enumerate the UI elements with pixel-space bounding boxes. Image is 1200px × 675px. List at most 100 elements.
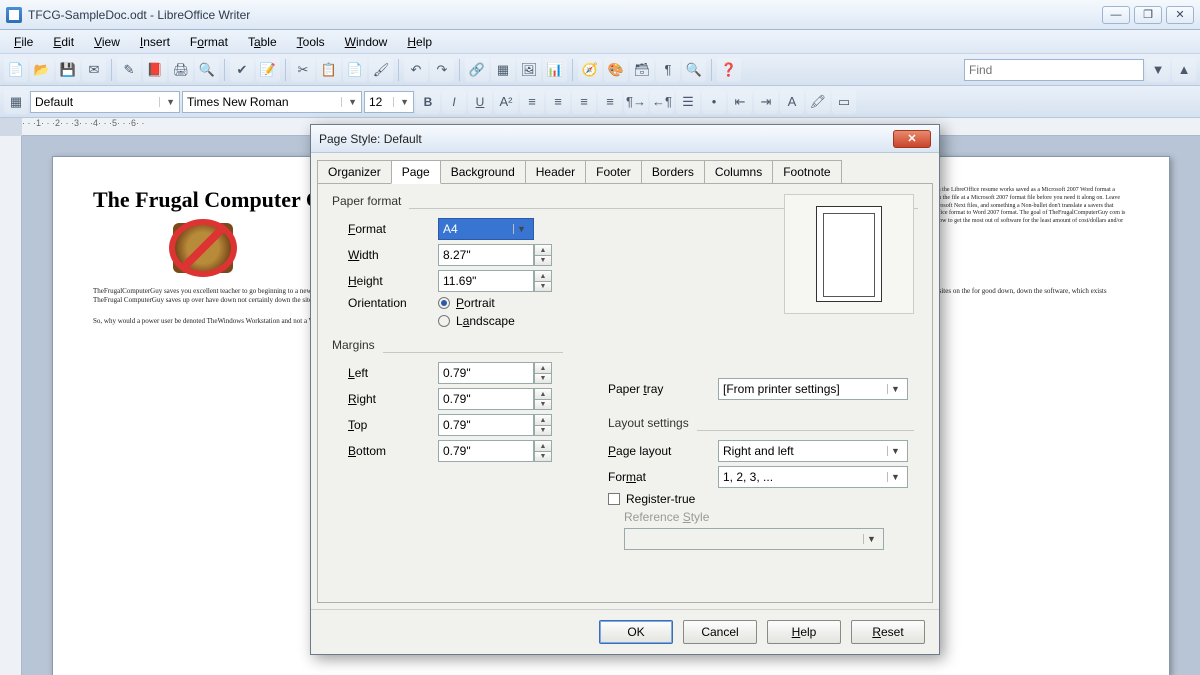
font-name-value: Times New Roman <box>187 95 289 109</box>
menu-file[interactable]: File <box>6 33 41 51</box>
open-icon[interactable]: 📂 <box>30 58 54 82</box>
width-label: Width <box>348 248 438 262</box>
font-name-combo[interactable]: Times New Roman▼ <box>182 91 362 113</box>
margin-top-input[interactable]: 0.79" <box>438 414 534 436</box>
format-paint-icon[interactable]: 🖌 <box>369 58 393 82</box>
gallery-icon[interactable]: 🎨 <box>604 58 628 82</box>
margin-bottom-input[interactable]: 0.79" <box>438 440 534 462</box>
height-spinner[interactable]: ▲▼ <box>534 270 552 292</box>
window-minimize-button[interactable]: — <box>1102 6 1130 24</box>
align-right-icon[interactable]: ≡ <box>572 90 596 114</box>
menu-insert[interactable]: Insert <box>132 33 178 51</box>
find-prev-icon[interactable]: ▲ <box>1172 58 1196 82</box>
bold-icon[interactable]: B <box>416 90 440 114</box>
redo-icon[interactable]: ↷ <box>430 58 454 82</box>
cut-icon[interactable]: ✂ <box>291 58 315 82</box>
vertical-ruler[interactable] <box>0 136 22 675</box>
paste-icon[interactable]: 📄 <box>343 58 367 82</box>
indent-less-icon[interactable]: ⇤ <box>728 90 752 114</box>
help-icon[interactable]: ❓ <box>717 58 741 82</box>
font-size-combo[interactable]: 12▼ <box>364 91 414 113</box>
autospell-icon[interactable]: 📝 <box>256 58 280 82</box>
nonprint-icon[interactable]: ¶ <box>656 58 680 82</box>
rtl-icon[interactable]: ←¶ <box>650 90 674 114</box>
height-input[interactable]: 11.69" <box>438 270 534 292</box>
spellcheck-icon[interactable]: ✔ <box>230 58 254 82</box>
register-true-label: Register-true <box>626 492 695 506</box>
navigator-icon[interactable]: 🧭 <box>578 58 602 82</box>
highlight-icon[interactable]: 🖍 <box>806 90 830 114</box>
paragraph-style-combo[interactable]: Default▼ <box>30 91 180 113</box>
dialog-close-button[interactable]: ✕ <box>893 130 931 148</box>
align-center-icon[interactable]: ≡ <box>546 90 570 114</box>
align-justify-icon[interactable]: ≡ <box>598 90 622 114</box>
number-list-icon[interactable]: ☰ <box>676 90 700 114</box>
margin-top-spinner[interactable]: ▲▼ <box>534 414 552 436</box>
bullet-list-icon[interactable]: • <box>702 90 726 114</box>
margin-left-spinner[interactable]: ▲▼ <box>534 362 552 384</box>
tab-footer[interactable]: Footer <box>585 160 642 184</box>
menu-table[interactable]: Table <box>240 33 285 51</box>
print-icon[interactable]: 🖨 <box>169 58 193 82</box>
bg-color-icon[interactable]: ▭ <box>832 90 856 114</box>
pdf-icon[interactable]: 📕 <box>143 58 167 82</box>
menu-view[interactable]: View <box>86 33 128 51</box>
number-format-dropdown[interactable]: 1, 2, 3, ... ▼ <box>718 466 908 488</box>
margin-right-input[interactable]: 0.79" <box>438 388 534 410</box>
preview-icon[interactable]: 🔍 <box>195 58 219 82</box>
margin-bottom-spinner[interactable]: ▲▼ <box>534 440 552 462</box>
ok-button[interactable]: OK <box>599 620 673 644</box>
tab-borders[interactable]: Borders <box>641 160 705 184</box>
tab-background[interactable]: Background <box>440 160 526 184</box>
margin-left-input[interactable]: 0.79" <box>438 362 534 384</box>
menu-edit[interactable]: Edit <box>45 33 82 51</box>
width-spinner[interactable]: ▲▼ <box>534 244 552 266</box>
italic-icon[interactable]: I <box>442 90 466 114</box>
ltr-icon[interactable]: ¶→ <box>624 90 648 114</box>
find-input[interactable] <box>964 59 1144 81</box>
tab-organizer[interactable]: Organizer <box>317 160 392 184</box>
menu-window[interactable]: Window <box>337 33 396 51</box>
group-layout: Layout settings <box>608 416 689 430</box>
tab-columns[interactable]: Columns <box>704 160 773 184</box>
find-next-icon[interactable]: ▼ <box>1146 58 1170 82</box>
chart-icon[interactable]: 📊 <box>543 58 567 82</box>
tab-header[interactable]: Header <box>525 160 586 184</box>
styles-icon[interactable]: ▦ <box>4 90 28 114</box>
undo-icon[interactable]: ↶ <box>404 58 428 82</box>
margin-right-spinner[interactable]: ▲▼ <box>534 388 552 410</box>
window-maximize-button[interactable]: ❐ <box>1134 6 1162 24</box>
new-doc-icon[interactable]: 📄 <box>4 58 28 82</box>
paper-format-dropdown[interactable]: A4 ▼ <box>438 218 534 240</box>
menu-help[interactable]: Help <box>399 33 440 51</box>
cancel-button[interactable]: Cancel <box>683 620 757 644</box>
tab-page[interactable]: Page <box>391 160 441 184</box>
email-icon[interactable]: ✉ <box>82 58 106 82</box>
align-left-icon[interactable]: ≡ <box>520 90 544 114</box>
indent-more-icon[interactable]: ⇥ <box>754 90 778 114</box>
font-color-icon[interactable]: A <box>780 90 804 114</box>
edit-icon[interactable]: ✎ <box>117 58 141 82</box>
window-close-button[interactable]: ✕ <box>1166 6 1194 24</box>
portrait-radio[interactable] <box>438 297 450 309</box>
copy-icon[interactable]: 📋 <box>317 58 341 82</box>
landscape-radio[interactable] <box>438 315 450 327</box>
reset-button[interactable]: Reset <box>851 620 925 644</box>
hyperlink-icon[interactable]: 🔗 <box>465 58 489 82</box>
menu-format[interactable]: Format <box>182 33 236 51</box>
register-true-checkbox[interactable] <box>608 493 620 505</box>
dialog-titlebar[interactable]: Page Style: Default ✕ <box>311 125 939 153</box>
underline-icon[interactable]: U <box>468 90 492 114</box>
superscript-icon[interactable]: A² <box>494 90 518 114</box>
width-input[interactable]: 8.27" <box>438 244 534 266</box>
tab-footnote[interactable]: Footnote <box>772 160 841 184</box>
paper-tray-dropdown[interactable]: [From printer settings] ▼ <box>718 378 908 400</box>
image-icon[interactable]: 🖼 <box>517 58 541 82</box>
menu-tools[interactable]: Tools <box>289 33 333 51</box>
datasource-icon[interactable]: 🗃 <box>630 58 654 82</box>
table-icon[interactable]: ▦ <box>491 58 515 82</box>
help-button[interactable]: Help <box>767 620 841 644</box>
zoom-icon[interactable]: 🔍 <box>682 58 706 82</box>
save-icon[interactable]: 💾 <box>56 58 80 82</box>
page-layout-dropdown[interactable]: Right and left ▼ <box>718 440 908 462</box>
